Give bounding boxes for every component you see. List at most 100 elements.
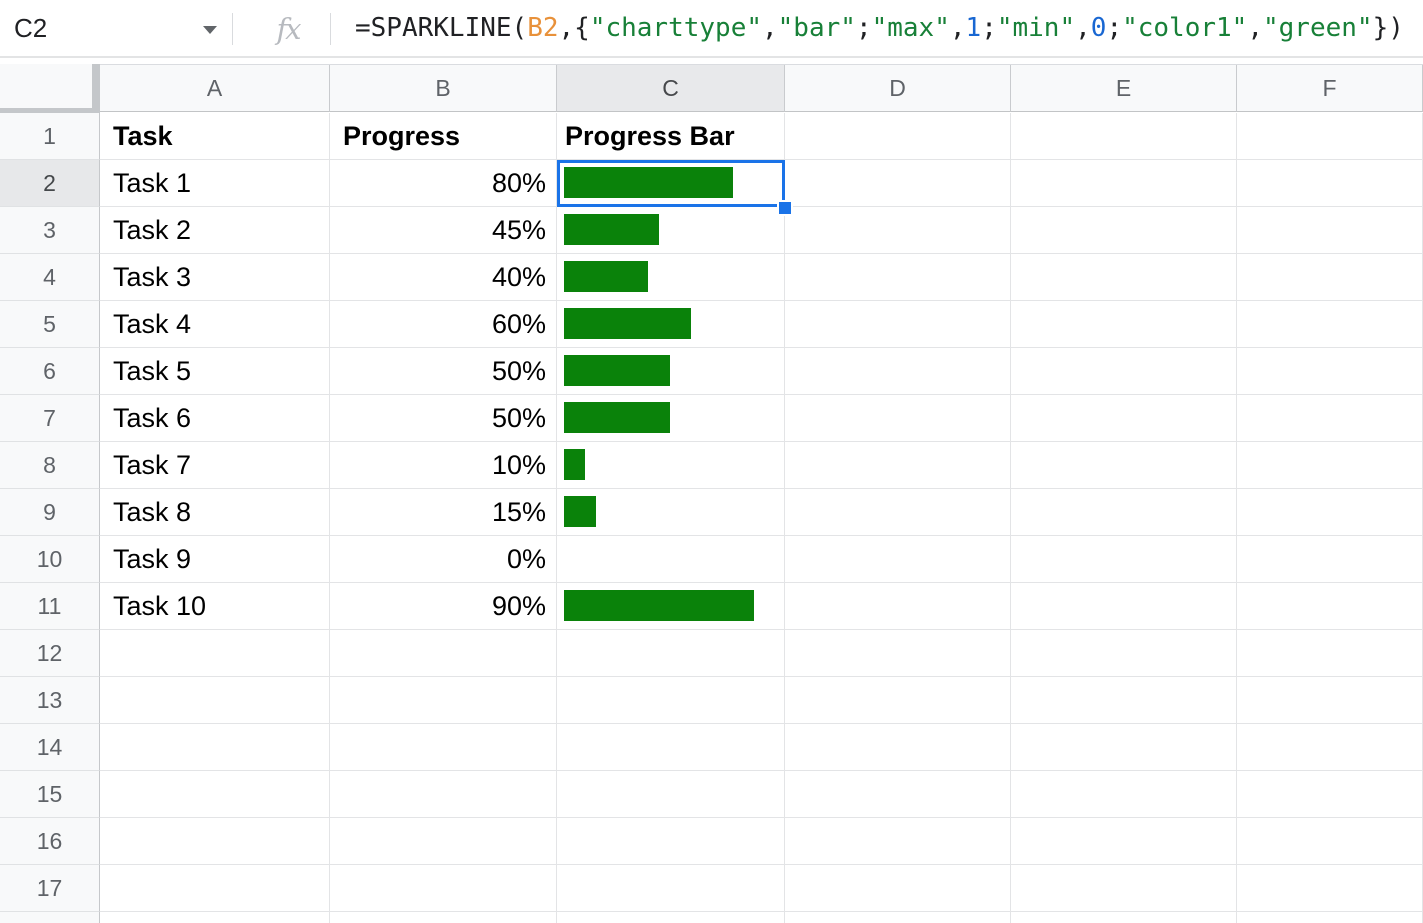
cell-B18[interactable] xyxy=(330,912,557,923)
cell-E15[interactable] xyxy=(1011,771,1237,818)
cell-E10[interactable] xyxy=(1011,536,1237,583)
cell-F7[interactable] xyxy=(1237,395,1423,442)
row-header-10[interactable]: 10 xyxy=(0,536,100,583)
cell-A8[interactable]: Task 7 xyxy=(100,442,330,489)
cell-B12[interactable] xyxy=(330,630,557,677)
cell-B5[interactable]: 60% xyxy=(330,301,557,348)
cell-E2[interactable] xyxy=(1011,160,1237,207)
row-header-18[interactable] xyxy=(0,912,100,923)
cell-B15[interactable] xyxy=(330,771,557,818)
cell-E16[interactable] xyxy=(1011,818,1237,865)
cell-B17[interactable] xyxy=(330,865,557,912)
cell-F1[interactable] xyxy=(1237,113,1423,160)
formula-input[interactable]: =SPARKLINE(B2,{"charttype","bar";"max",1… xyxy=(355,0,1404,56)
cell-E17[interactable] xyxy=(1011,865,1237,912)
cell-B10[interactable]: 0% xyxy=(330,536,557,583)
cell-E11[interactable] xyxy=(1011,583,1237,630)
cell-E5[interactable] xyxy=(1011,301,1237,348)
cell-F17[interactable] xyxy=(1237,865,1423,912)
cell-C5[interactable] xyxy=(557,301,785,348)
cell-C1[interactable]: Progress Bar xyxy=(557,113,785,160)
row-header-3[interactable]: 3 xyxy=(0,207,100,254)
column-header-A[interactable]: A xyxy=(100,65,330,112)
row-header-7[interactable]: 7 xyxy=(0,395,100,442)
cell-D13[interactable] xyxy=(785,677,1011,724)
row-header-16[interactable]: 16 xyxy=(0,818,100,865)
cell-C15[interactable] xyxy=(557,771,785,818)
cell-E9[interactable] xyxy=(1011,489,1237,536)
cell-C12[interactable] xyxy=(557,630,785,677)
column-header-F[interactable]: F xyxy=(1237,65,1423,112)
row-header-13[interactable]: 13 xyxy=(0,677,100,724)
cell-D1[interactable] xyxy=(785,113,1011,160)
cell-A6[interactable]: Task 5 xyxy=(100,348,330,395)
cell-F16[interactable] xyxy=(1237,818,1423,865)
cell-D8[interactable] xyxy=(785,442,1011,489)
cell-B16[interactable] xyxy=(330,818,557,865)
column-header-B[interactable]: B xyxy=(330,65,557,112)
cell-D12[interactable] xyxy=(785,630,1011,677)
cell-E8[interactable] xyxy=(1011,442,1237,489)
cell-A7[interactable]: Task 6 xyxy=(100,395,330,442)
cell-A14[interactable] xyxy=(100,724,330,771)
cell-B11[interactable]: 90% xyxy=(330,583,557,630)
cell-F11[interactable] xyxy=(1237,583,1423,630)
cell-A5[interactable]: Task 4 xyxy=(100,301,330,348)
cell-F9[interactable] xyxy=(1237,489,1423,536)
cell-F13[interactable] xyxy=(1237,677,1423,724)
cell-B6[interactable]: 50% xyxy=(330,348,557,395)
column-header-D[interactable]: D xyxy=(785,65,1011,112)
cell-D17[interactable] xyxy=(785,865,1011,912)
cell-A12[interactable] xyxy=(100,630,330,677)
cell-D9[interactable] xyxy=(785,489,1011,536)
cell-E3[interactable] xyxy=(1011,207,1237,254)
cell-D11[interactable] xyxy=(785,583,1011,630)
cell-B7[interactable]: 50% xyxy=(330,395,557,442)
cell-D18[interactable] xyxy=(785,912,1011,923)
cell-B1[interactable]: Progress xyxy=(330,113,557,160)
column-header-E[interactable]: E xyxy=(1011,65,1237,112)
name-box[interactable]: C2 xyxy=(0,0,232,56)
cell-D3[interactable] xyxy=(785,207,1011,254)
cell-D14[interactable] xyxy=(785,724,1011,771)
cell-C2[interactable] xyxy=(557,160,785,207)
cell-F10[interactable] xyxy=(1237,536,1423,583)
cell-E7[interactable] xyxy=(1011,395,1237,442)
cell-A13[interactable] xyxy=(100,677,330,724)
cell-C7[interactable] xyxy=(557,395,785,442)
column-header-C[interactable]: C xyxy=(557,65,785,112)
cell-A18[interactable] xyxy=(100,912,330,923)
cell-B3[interactable]: 45% xyxy=(330,207,557,254)
cell-F5[interactable] xyxy=(1237,301,1423,348)
row-header-1[interactable]: 1 xyxy=(0,113,100,160)
cell-D16[interactable] xyxy=(785,818,1011,865)
row-header-15[interactable]: 15 xyxy=(0,771,100,818)
cell-A4[interactable]: Task 3 xyxy=(100,254,330,301)
cell-A9[interactable]: Task 8 xyxy=(100,489,330,536)
cell-A10[interactable]: Task 9 xyxy=(100,536,330,583)
chevron-down-icon[interactable] xyxy=(203,26,217,34)
cell-E13[interactable] xyxy=(1011,677,1237,724)
cell-C3[interactable] xyxy=(557,207,785,254)
cell-C11[interactable] xyxy=(557,583,785,630)
cell-C16[interactable] xyxy=(557,818,785,865)
cell-F6[interactable] xyxy=(1237,348,1423,395)
cell-D6[interactable] xyxy=(785,348,1011,395)
cell-F15[interactable] xyxy=(1237,771,1423,818)
cell-E12[interactable] xyxy=(1011,630,1237,677)
cell-A11[interactable]: Task 10 xyxy=(100,583,330,630)
cell-E1[interactable] xyxy=(1011,113,1237,160)
cell-C6[interactable] xyxy=(557,348,785,395)
row-header-17[interactable]: 17 xyxy=(0,865,100,912)
cell-C17[interactable] xyxy=(557,865,785,912)
cell-C13[interactable] xyxy=(557,677,785,724)
cell-F18[interactable] xyxy=(1237,912,1423,923)
cell-E6[interactable] xyxy=(1011,348,1237,395)
select-all-corner[interactable] xyxy=(0,64,100,113)
cell-B8[interactable]: 10% xyxy=(330,442,557,489)
cell-F2[interactable] xyxy=(1237,160,1423,207)
cell-C8[interactable] xyxy=(557,442,785,489)
cell-A15[interactable] xyxy=(100,771,330,818)
cell-F8[interactable] xyxy=(1237,442,1423,489)
cell-C4[interactable] xyxy=(557,254,785,301)
